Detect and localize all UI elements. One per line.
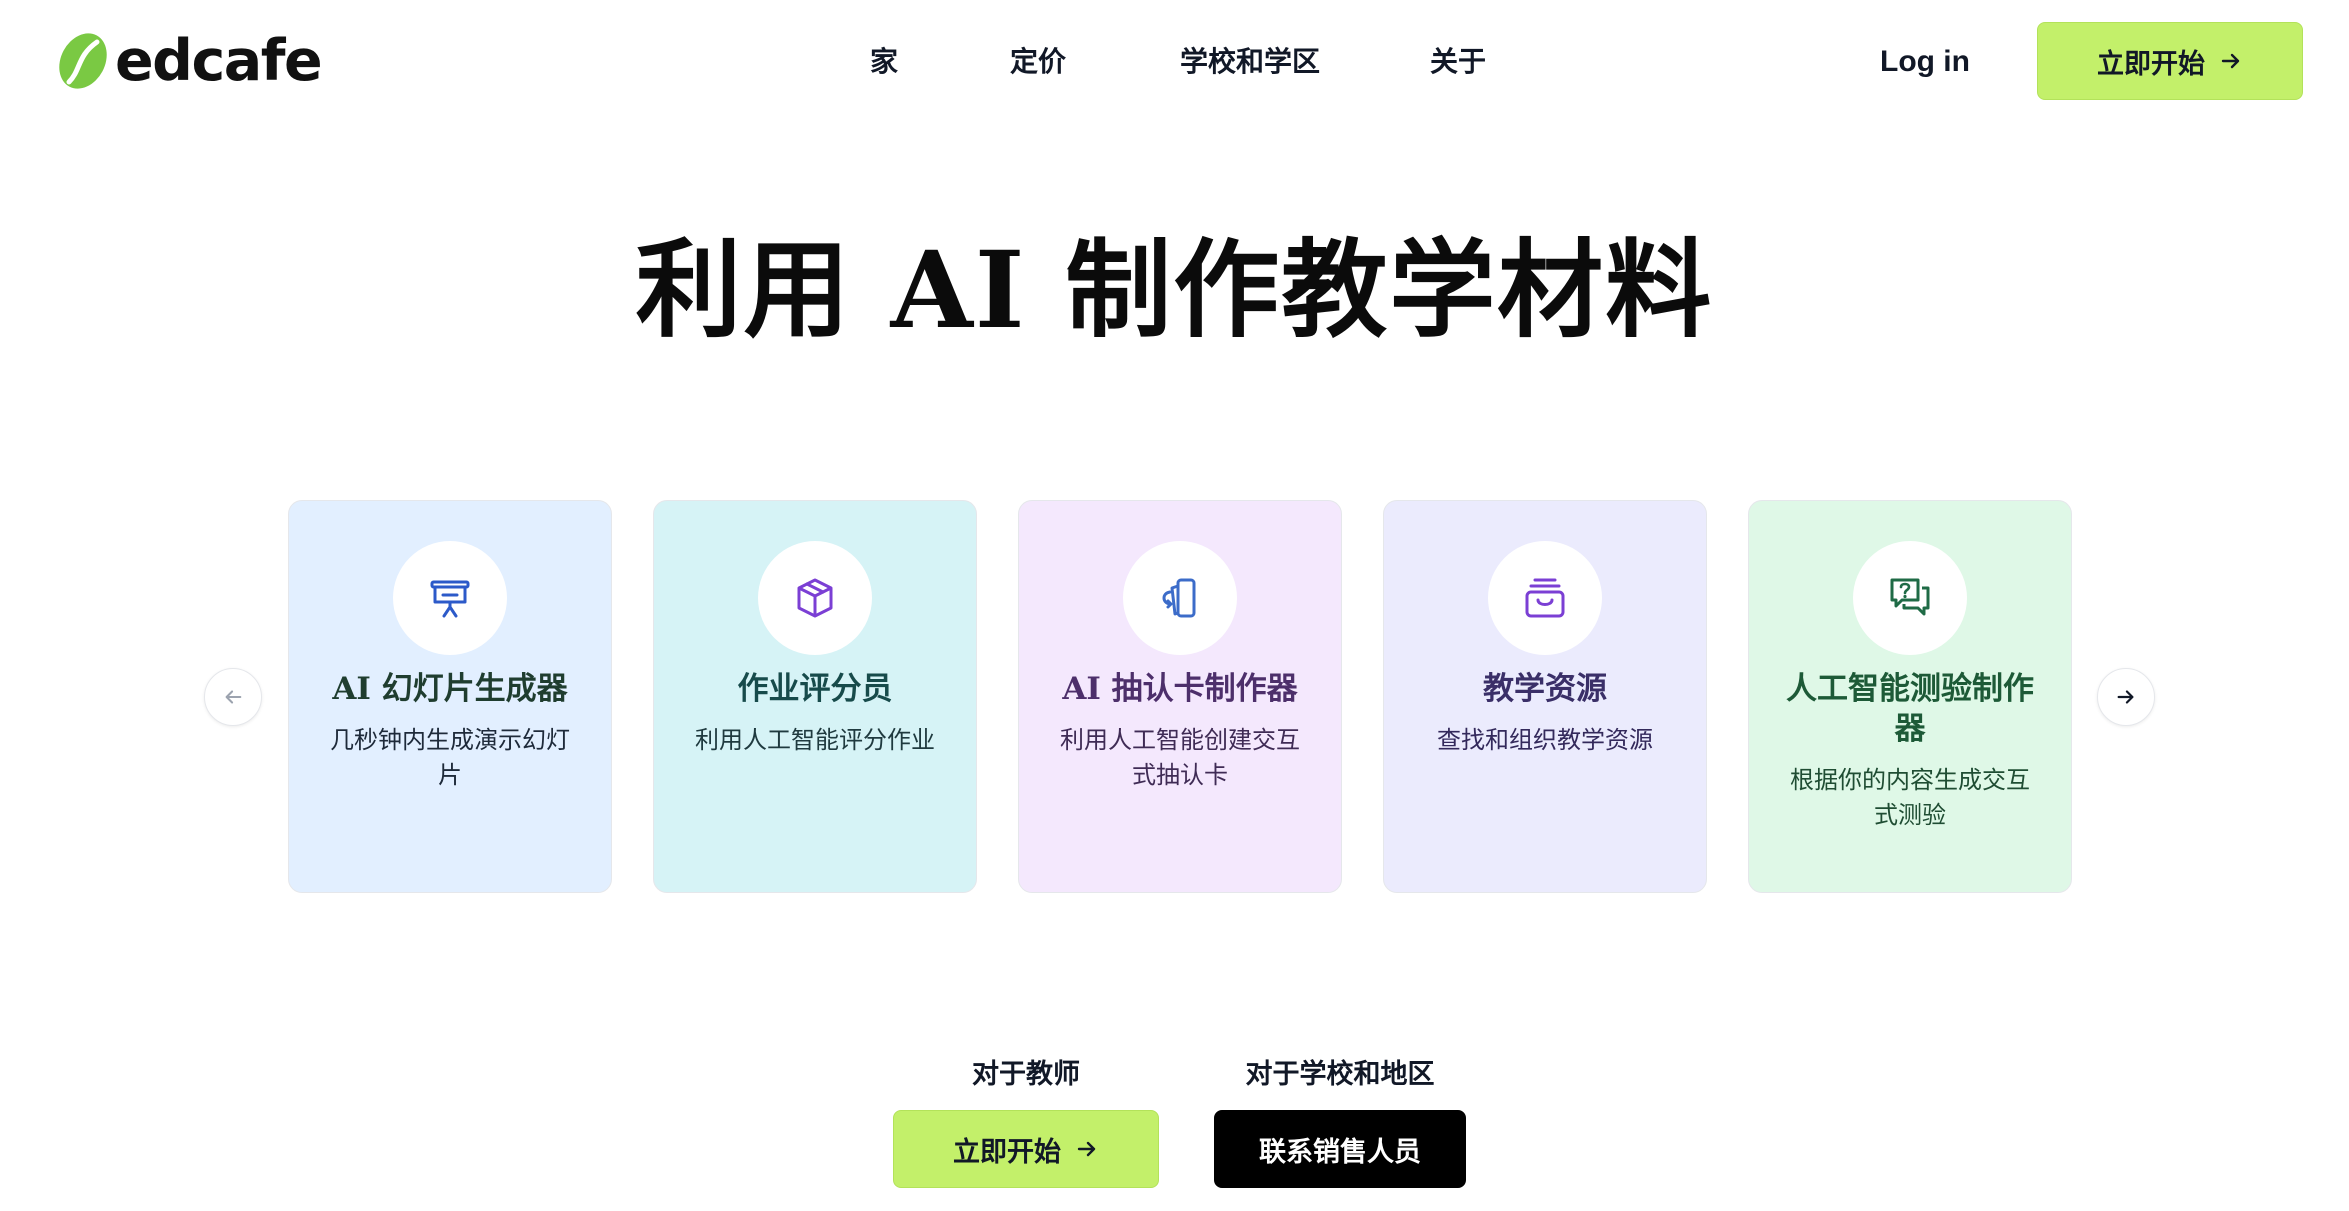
card-icon-circle [1853,541,1967,655]
teachers-get-started-button[interactable]: 立即开始 [893,1110,1159,1188]
card-description: 利用人工智能评分作业 [695,726,935,754]
card-description: 利用人工智能创建交互式抽认卡 [1060,726,1300,789]
tool-card-ai-slides[interactable]: AI 幻灯片生成器 几秒钟内生成演示幻灯片 [288,500,612,893]
nav-item-home[interactable]: 家 [870,38,898,86]
arrow-left-icon [225,690,242,704]
tool-card-homework-grader[interactable]: 作业评分员 利用人工智能评分作业 [653,500,977,893]
archive-icon [1525,578,1565,618]
card-title: 人工智能测验制作器 [1786,671,2034,747]
quiz-chat-icon [1890,578,1930,616]
carousel-next-button[interactable] [2097,668,2155,726]
arrow-right-icon [2221,53,2240,69]
card-description: 几秒钟内生成演示幻灯片 [330,726,570,789]
box-icon [797,578,833,618]
card-description: 查找和组织教学资源 [1437,726,1653,754]
card-icon-circle [1123,541,1237,655]
nav-item-about[interactable]: 关于 [1430,38,1486,86]
card-icon-circle [393,541,507,655]
carousel-prev-button[interactable] [204,668,262,726]
arrow-right-icon [1077,1141,1096,1157]
card-icon-circle [1488,541,1602,655]
get-started-button[interactable]: 立即开始 [2037,22,2303,100]
main-nav: 家 定价 学校和学区 关于 [0,38,2349,86]
tool-card-ai-quiz-maker[interactable]: 人工智能测验制作器 根据你的内容生成交互式测验 [1748,500,2072,893]
teachers-label: 对于教师 [972,1059,1080,1090]
tool-card-teaching-resources[interactable]: 教学资源 查找和组织教学资源 [1383,500,1707,893]
presentation-icon [430,580,470,618]
site-header: edcafe 家 定价 学校和学区 关于 Log in 立即开始 [0,0,2349,124]
hero-title: 利用 AI 制作教学材料 [635,227,1714,352]
tool-card-ai-flashcards[interactable]: AI 抽认卡制作器 利用人工智能创建交互式抽认卡 [1018,500,1342,893]
card-title: 作业评分员 [737,671,893,707]
card-description: 根据你的内容生成交互式测验 [1790,766,2030,829]
card-title: 教学资源 [1483,671,1607,707]
arrow-right-icon [2117,690,2134,704]
contact-sales-label: 联系销售人员 [1259,1136,1421,1168]
nav-item-schools[interactable]: 学校和学区 [1180,38,1320,86]
get-started-label: 立即开始 [2097,48,2205,80]
schools-label: 对于学校和地区 [1245,1059,1435,1090]
card-title: AI 抽认卡制作器 [1062,671,1298,707]
card-icon-circle [758,541,872,655]
tools-carousel: AI 幻灯片生成器 几秒钟内生成演示幻灯片 作业评分员 利用人工智能评分作业 A… [0,500,2349,895]
login-link[interactable]: Log in [1880,38,1970,86]
flashcards-icon [1162,578,1196,618]
nav-item-pricing[interactable]: 定价 [1010,38,1066,86]
teachers-get-started-label: 立即开始 [953,1136,1061,1168]
card-title: AI 幻灯片生成器 [332,671,568,707]
contact-sales-button[interactable]: 联系销售人员 [1214,1110,1466,1188]
